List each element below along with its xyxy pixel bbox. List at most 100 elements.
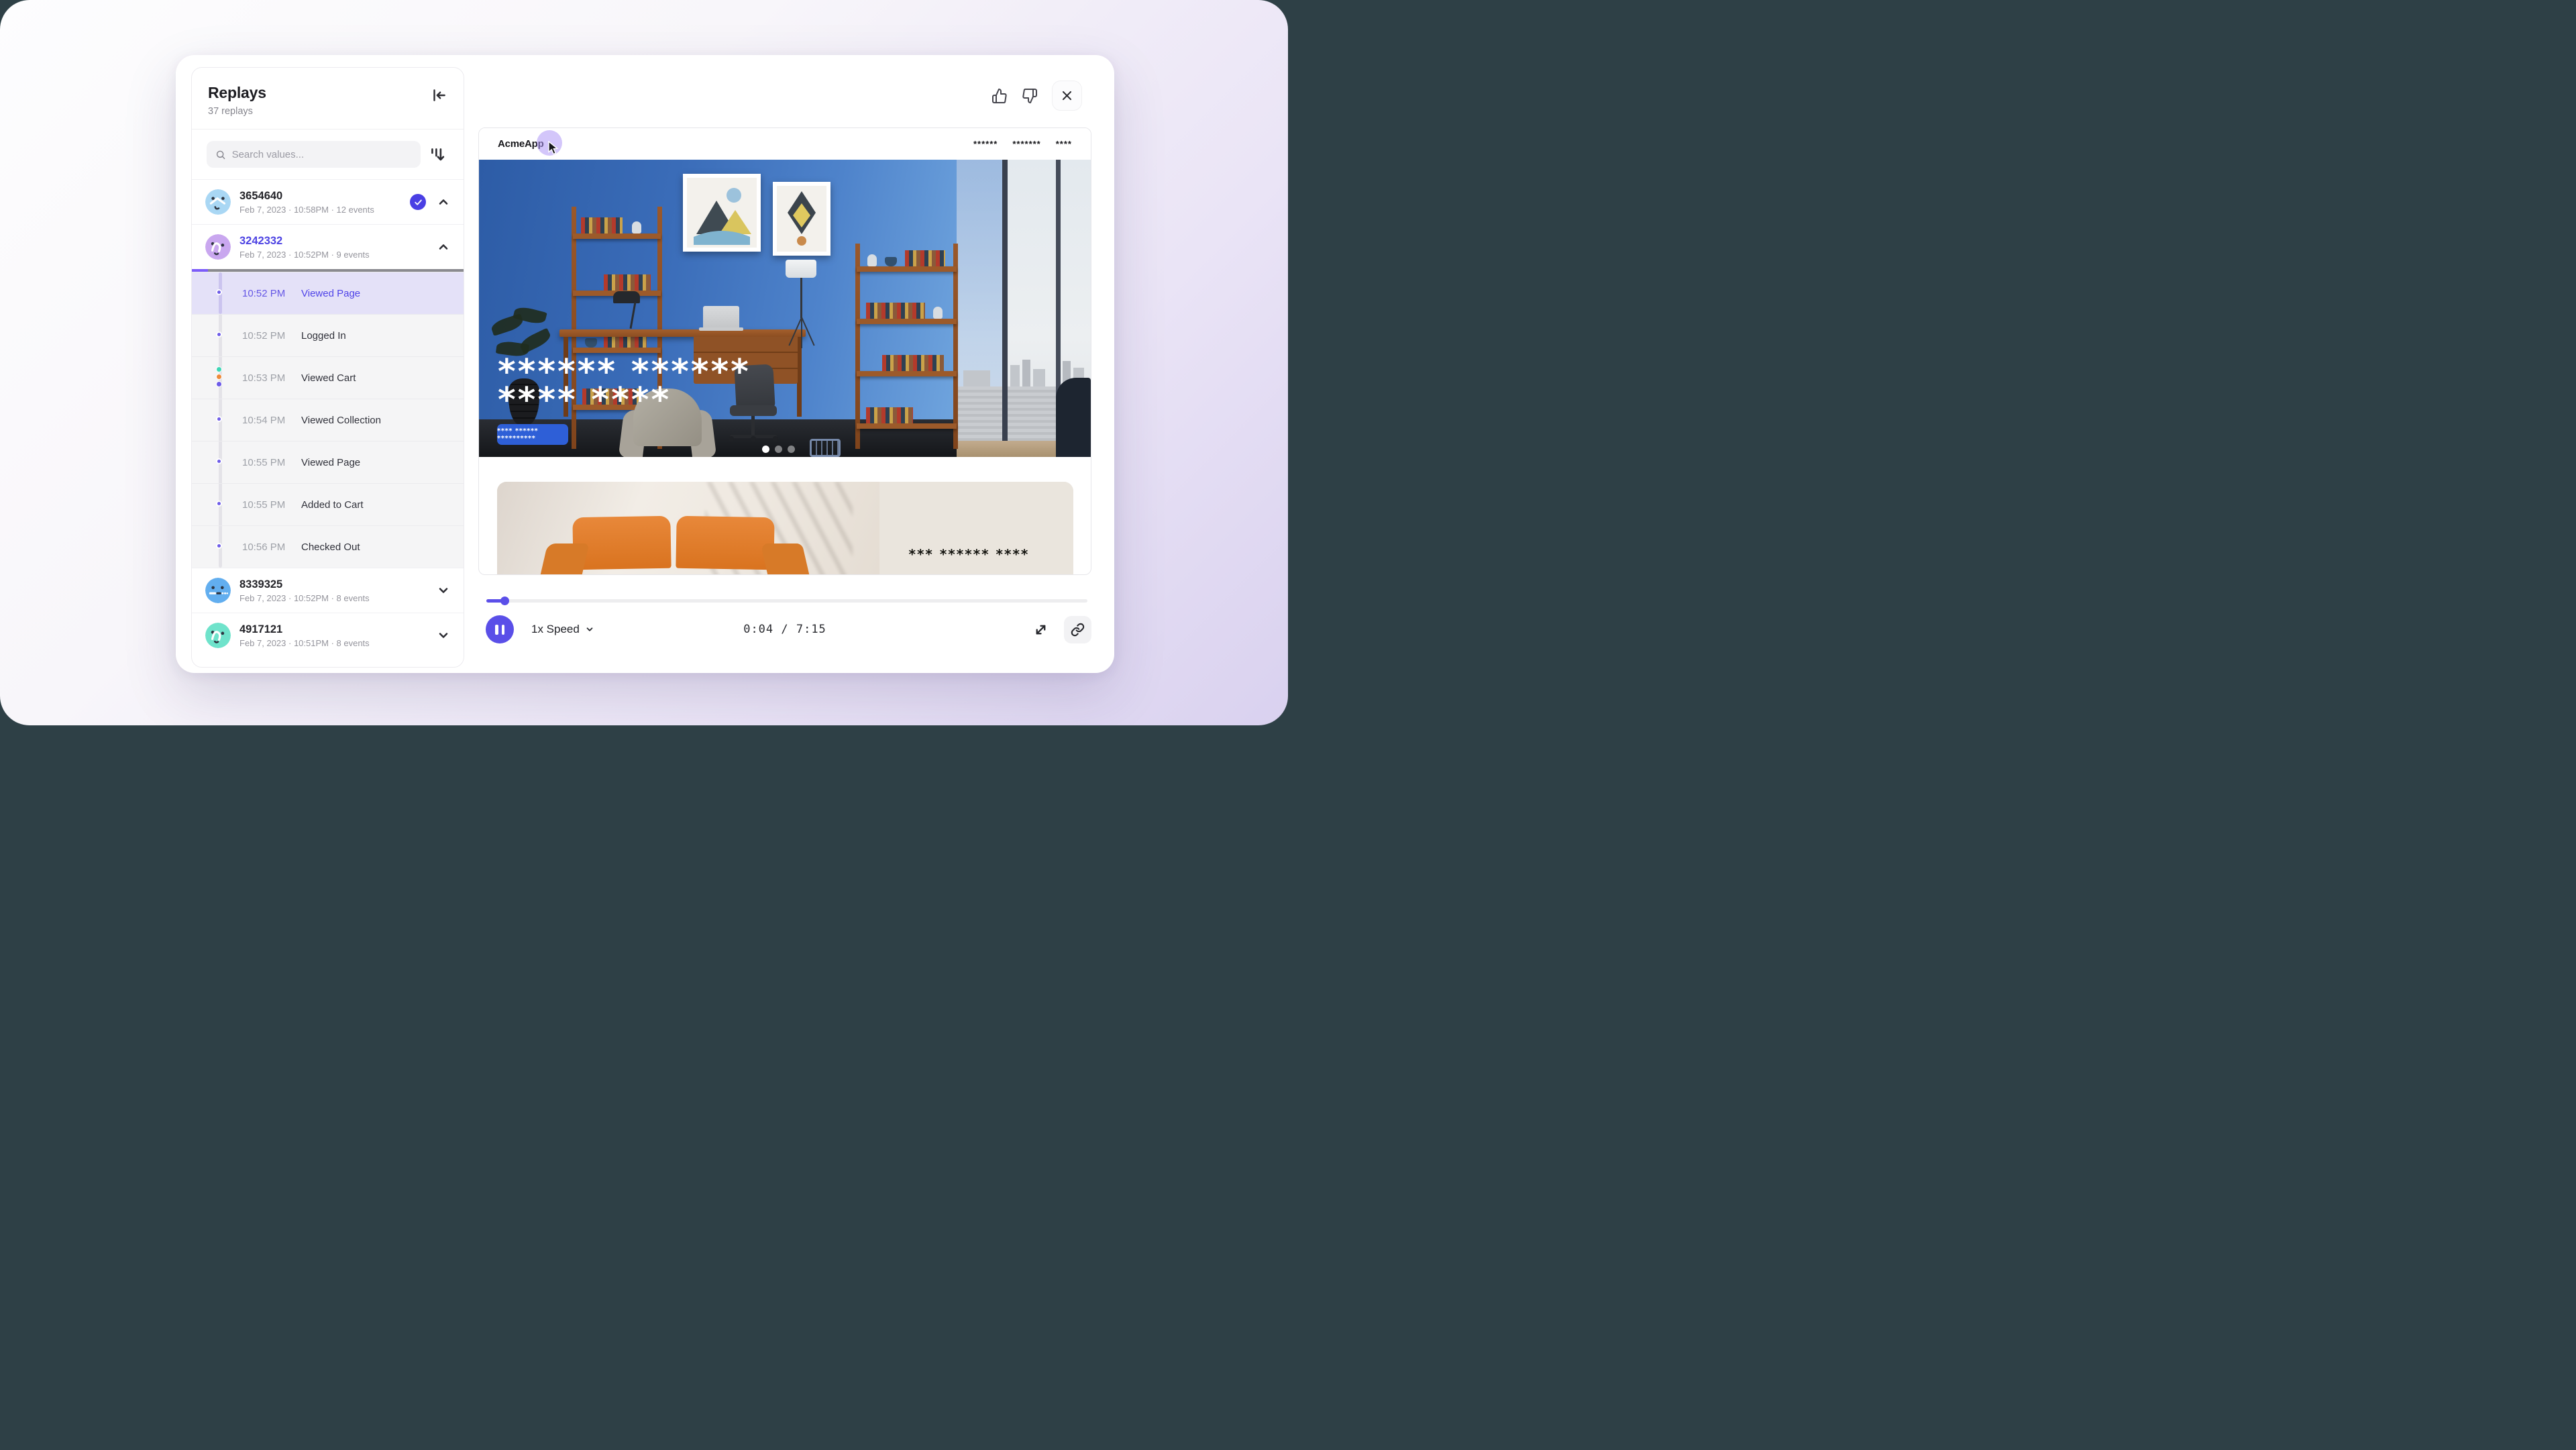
scrubber-track[interactable] xyxy=(486,599,1087,603)
page-title: Replays xyxy=(208,84,447,102)
replay-item-3654640[interactable]: 3654640 Feb 7, 2023 · 10:58PM · 12 event… xyxy=(192,179,464,224)
desk-lamp xyxy=(613,291,643,330)
event-time: 10:55 PM xyxy=(242,499,301,511)
laptop xyxy=(703,306,747,331)
search-icon xyxy=(215,149,226,160)
bookshelf-right xyxy=(855,244,958,449)
event-dot xyxy=(216,543,222,549)
event-time: 10:52 PM xyxy=(242,288,301,299)
desktop-background: Replays 37 replays 3654640 xyxy=(0,0,1288,725)
expand-icon xyxy=(1033,622,1049,637)
thumbs-down-icon xyxy=(1022,88,1038,104)
masked-nav-item: ****** xyxy=(973,139,998,149)
speed-label: 1x Speed xyxy=(531,623,580,636)
wall-art-frame xyxy=(683,174,761,252)
chevron-down-icon[interactable] xyxy=(437,584,450,597)
event-time: 10:56 PM xyxy=(242,541,301,553)
event-row-viewed-collection[interactable]: 10:54 PM Viewed Collection xyxy=(192,399,464,441)
replay-item-8339325[interactable]: 8339325 Feb 7, 2023 · 10:52PM · 8 events xyxy=(192,568,464,613)
avatar xyxy=(205,623,231,648)
event-dot xyxy=(216,416,222,422)
close-button[interactable] xyxy=(1052,81,1082,111)
wall-art-frame xyxy=(773,182,830,256)
replay-meta: Feb 7, 2023 · 10:52PM · 9 events xyxy=(239,250,437,260)
scrubber-handle[interactable] xyxy=(500,597,509,605)
playback-scrubber[interactable] xyxy=(486,597,1087,605)
event-row-viewed-cart[interactable]: 10:53 PM Viewed Cart xyxy=(192,356,464,399)
playback-time: 0:04 / 7:15 xyxy=(743,623,826,636)
event-dot xyxy=(216,458,222,464)
event-time: 10:54 PM xyxy=(242,415,301,426)
event-time: 10:53 PM xyxy=(242,372,301,384)
event-label: Viewed Collection xyxy=(301,415,381,426)
event-row-added-to-cart[interactable]: 10:55 PM Added to Cart xyxy=(192,483,464,525)
thumbs-up-icon xyxy=(991,88,1008,104)
masked-cta-button: **** ****** ********** xyxy=(497,424,568,445)
avatar xyxy=(205,578,231,603)
replay-item-3242332[interactable]: 3242332 Feb 7, 2023 · 10:52PM · 9 events xyxy=(192,224,464,269)
product-card-text-panel: *** ****** **** xyxy=(879,482,1073,575)
chevron-up-icon[interactable] xyxy=(437,195,450,209)
carousel-dot-active xyxy=(762,446,769,453)
watched-check-badge xyxy=(410,194,426,210)
chevron-down-icon xyxy=(585,625,594,634)
replay-id: 4917121 xyxy=(239,623,437,636)
close-icon xyxy=(1061,89,1073,102)
event-dot xyxy=(216,289,222,295)
search-box[interactable] xyxy=(207,141,421,168)
avatar xyxy=(205,189,231,215)
collapse-icon xyxy=(430,87,447,104)
search-row xyxy=(192,130,464,179)
window-view xyxy=(957,160,1091,457)
pause-button[interactable] xyxy=(486,615,514,643)
sidebar-header: Replays 37 replays xyxy=(192,68,464,130)
replays-sidebar: Replays 37 replays 3654640 xyxy=(191,67,464,668)
replay-meta: Feb 7, 2023 · 10:58PM · 12 events xyxy=(239,205,410,215)
masked-hero-heading-line2: **** **** xyxy=(498,380,671,420)
replay-id: 3654640 xyxy=(239,190,410,203)
carousel-dots xyxy=(762,446,795,453)
masked-nav-item: ******* xyxy=(1012,139,1040,149)
chevron-down-icon[interactable] xyxy=(437,629,450,642)
pause-icon xyxy=(495,625,498,635)
replayed-site-header: AcmeApp ****** ******* **** xyxy=(479,128,1091,160)
replayed-site-nav: ****** ******* **** xyxy=(973,139,1072,149)
masked-product-text: *** ****** **** xyxy=(909,546,1030,562)
chevron-up-icon[interactable] xyxy=(437,240,450,254)
player-controls: 1x Speed 0:04 / 7:15 xyxy=(478,615,1091,644)
thumbs-down-button[interactable] xyxy=(1022,88,1038,104)
fullscreen-button[interactable] xyxy=(1033,621,1049,637)
masked-cta-label: **** ****** ********** xyxy=(497,427,568,442)
event-time: 10:55 PM xyxy=(242,457,301,468)
magazine-rack xyxy=(810,439,841,457)
collapse-sidebar-button[interactable] xyxy=(430,85,450,105)
event-timeline: 10:52 PM Viewed Page 10:52 PM Logged In … xyxy=(192,272,464,568)
thumbs-up-button[interactable] xyxy=(991,88,1008,104)
replay-id: 8339325 xyxy=(239,578,437,591)
event-label: Viewed Page xyxy=(301,288,360,299)
event-row-viewed-page-2[interactable]: 10:55 PM Viewed Page xyxy=(192,441,464,483)
event-dot-cluster xyxy=(216,366,222,387)
search-input[interactable] xyxy=(232,149,412,160)
copy-link-button[interactable] xyxy=(1064,616,1091,643)
carousel-dot xyxy=(788,446,795,453)
playback-speed-button[interactable]: 1x Speed xyxy=(531,623,594,636)
event-label: Viewed Page xyxy=(301,457,360,468)
replayed-hero-image: ****** ****** **** **** **** ****** ****… xyxy=(479,160,1091,457)
replay-meta: Feb 7, 2023 · 10:51PM · 8 events xyxy=(239,638,437,648)
replayed-product-card: *** ****** **** xyxy=(497,482,1073,575)
event-row-logged-in[interactable]: 10:52 PM Logged In xyxy=(192,314,464,356)
sort-button[interactable] xyxy=(429,144,450,165)
event-dot-teal xyxy=(216,366,222,372)
event-label: Checked Out xyxy=(301,541,360,553)
event-row-checked-out[interactable]: 10:56 PM Checked Out xyxy=(192,525,464,568)
replay-count: 37 replays xyxy=(208,106,447,117)
player-feedback-bar xyxy=(991,81,1082,111)
event-row-viewed-page-1[interactable]: 10:52 PM Viewed Page xyxy=(192,272,464,314)
event-label: Logged In xyxy=(301,330,346,342)
mouse-cursor-icon xyxy=(548,141,559,156)
replay-item-4917121[interactable]: 4917121 Feb 7, 2023 · 10:51PM · 8 events xyxy=(192,613,464,658)
event-time: 10:52 PM xyxy=(242,330,301,342)
floor-lamp xyxy=(786,260,818,350)
replay-id: 3242332 xyxy=(239,235,437,248)
